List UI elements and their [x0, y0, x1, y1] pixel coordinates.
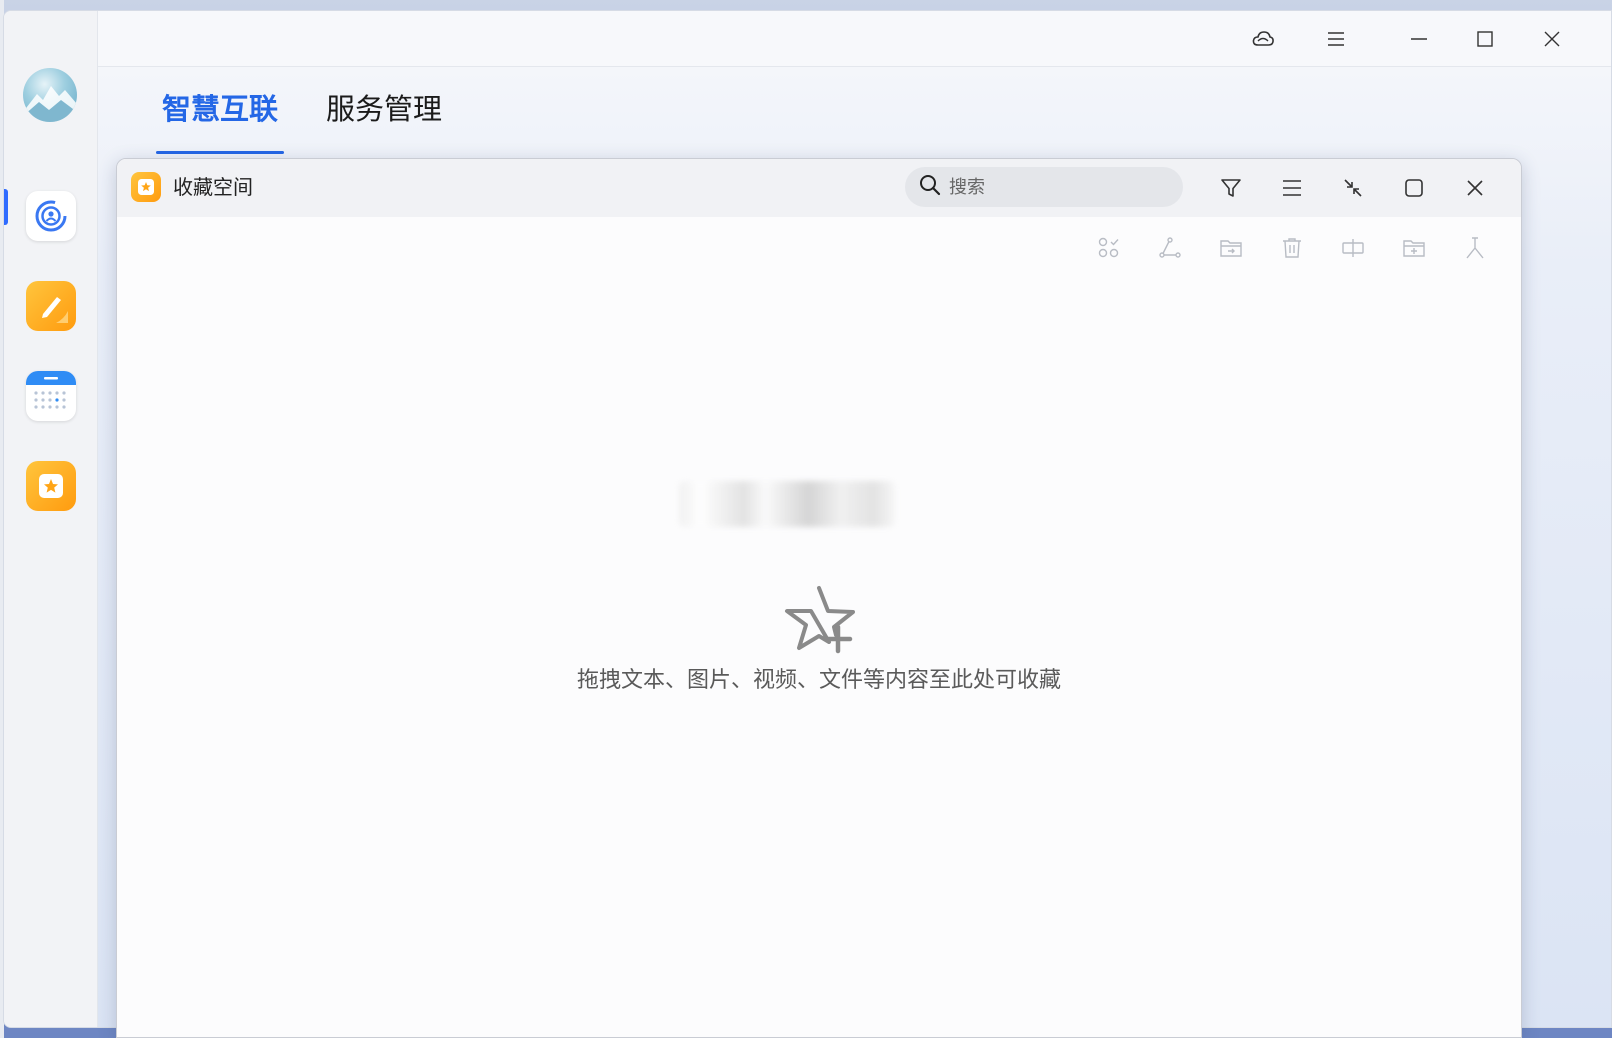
calendar-app-icon[interactable] [26, 371, 76, 421]
select-icon[interactable] [1096, 235, 1122, 261]
move-to-folder-icon[interactable] [1218, 235, 1244, 261]
share-icon[interactable] [1157, 235, 1183, 261]
favorites-title: 收藏空间 [173, 175, 253, 199]
active-tab-underline [156, 151, 284, 154]
empty-state-message: 拖拽文本、图片、视频、文件等内容至此处可收藏 [576, 668, 1061, 693]
sidebar [4, 11, 98, 1027]
cloud-icon[interactable] [1251, 27, 1275, 51]
search-input[interactable] [949, 176, 1149, 198]
tab-smart-connect[interactable]: 智慧互联 [162, 91, 278, 127]
window-maximize-icon[interactable] [1401, 175, 1427, 201]
connect-app-icon[interactable] [26, 191, 76, 241]
pin-icon[interactable] [1462, 235, 1488, 261]
search-box[interactable] [905, 167, 1183, 207]
search-icon [919, 174, 941, 200]
merge-icon[interactable] [1340, 235, 1366, 261]
new-folder-icon[interactable] [1401, 235, 1427, 261]
tab-service-management[interactable]: 服务管理 [326, 91, 442, 127]
window-close-icon[interactable] [1462, 175, 1488, 201]
collapse-icon[interactable] [1340, 175, 1366, 201]
active-indicator [4, 189, 8, 225]
list-icon[interactable] [1279, 175, 1305, 201]
blurred-content [679, 481, 895, 527]
minimize-icon[interactable] [1407, 27, 1431, 51]
titlebar [98, 11, 1611, 67]
favorites-window-icon [131, 172, 161, 202]
filter-icon[interactable] [1218, 175, 1244, 201]
menu-icon[interactable] [1324, 27, 1348, 51]
favorites-app-icon[interactable] [26, 461, 76, 511]
delete-icon[interactable] [1279, 235, 1305, 261]
favorites-header: 收藏空间 [117, 159, 1521, 217]
star-add-icon [783, 585, 857, 659]
avatar[interactable] [23, 68, 77, 122]
favorites-window: 收藏空间 搜索 拖拽文本、图片、视频、文件等内容至此处可收藏 [116, 158, 1522, 1038]
close-icon[interactable] [1540, 27, 1564, 51]
maximize-icon[interactable] [1473, 27, 1497, 51]
notes-app-icon[interactable] [26, 281, 76, 331]
